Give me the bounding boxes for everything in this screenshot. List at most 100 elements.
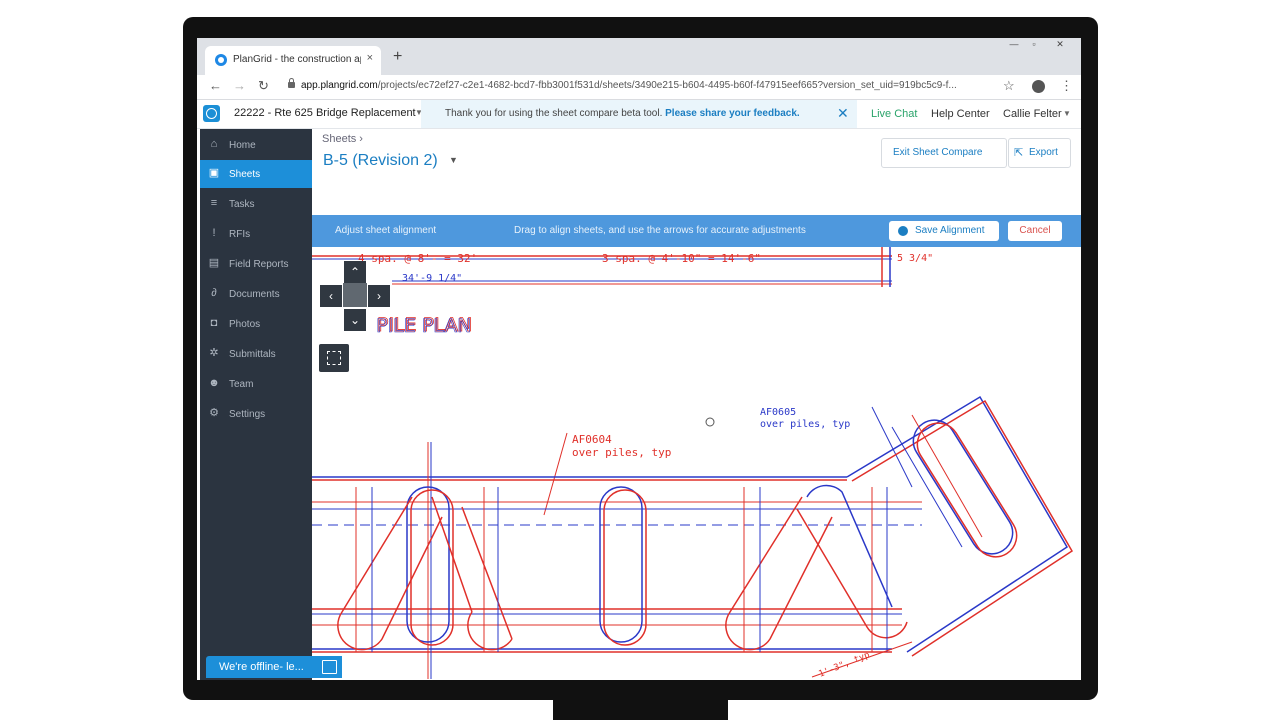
window-close-icon[interactable]: ✕ [1051,38,1069,50]
nudge-pad-center [343,283,367,307]
banner-text: Thank you for using the sheet compare be… [445,108,663,119]
forward-icon[interactable]: → [233,78,246,93]
submittals-icon: ✲ [209,347,219,359]
app-header: 22222 - Rte 625 Bridge Replacement ▼ Tha… [197,100,1081,129]
alignment-hint: Drag to align sheets, and use the arrows… [514,225,806,236]
sidebar: ⌂ Home ▣ Sheets ≡ Tasks ! RFIs ▤ Field R… [200,129,312,680]
breadcrumb[interactable]: Sheets › [322,133,363,145]
drawing-overlay[interactable]: 4 spa. @ 8'- = 32' 3 spa. @ 4'-10" = 14'… [312,247,1081,680]
bookmark-star-icon[interactable]: ☆ [1003,78,1015,94]
live-chat-link[interactable]: Live Chat [871,108,917,120]
maximize-icon[interactable]: ▫ [1025,38,1043,50]
sidebar-item-label: Home [229,140,256,151]
pile-outline [912,419,1014,555]
sidebar-item-label: Photos [229,319,261,330]
note-text: over piles, typ [572,446,671,459]
browser-tab[interactable]: PlanGrid - the construction app × [205,46,381,75]
dimension-text: 34'-9 1/4" [402,273,462,284]
sheet-chevron-down-icon[interactable]: ▼ [449,155,458,165]
sidebar-item-label: RFIs [229,229,251,240]
note-code: AF0605 [760,407,796,418]
sidebar-item-settings[interactable]: ⚙ Settings [200,400,312,428]
dimension-text: 4 spa. @ 8'- = 32' [358,252,477,265]
camera-icon: ◘ [210,317,218,329]
fit-to-screen-icon[interactable] [319,344,349,372]
cancel-button[interactable]: Cancel [1008,221,1062,241]
nudge-left-icon[interactable]: ‹ [320,285,342,307]
sidebar-item-label: Team [229,379,254,390]
dimension-text: 5 3/4" [897,253,933,264]
chat-window-icon[interactable] [322,660,337,674]
beta-feedback-banner: Thank you for using the sheet compare be… [421,100,857,128]
user-menu[interactable]: Callie Felter [1003,108,1062,120]
pile-outline [916,422,1018,558]
battered-pile [337,496,443,651]
note-code: AF0604 [572,433,612,446]
export-button[interactable]: ⇱ Export [1008,138,1071,168]
nudge-right-icon[interactable]: › [368,285,390,307]
url-host: app.plangrid.com [301,80,378,91]
sidebar-item-label: Settings [229,409,266,420]
screen: PlanGrid - the construction app × + — ▫ … [197,38,1081,680]
user-chevron-icon[interactable]: ▼ [1063,109,1071,118]
profile-icon[interactable] [1032,80,1045,93]
plangrid-logo-icon[interactable] [203,105,220,122]
wing-footing [851,399,1074,657]
new-tab-button[interactable]: + [393,48,402,66]
exit-sheet-compare-button[interactable]: Exit Sheet Compare [881,138,1007,168]
sidebar-item-documents[interactable]: ∂ Documents [200,280,312,308]
help-center-link[interactable]: Help Center [931,108,990,120]
dimension-text: 3 spa. @ 4'-10" = 14'-6" [602,252,761,265]
browser-tabstrip: PlanGrid - the construction app × + — ▫ … [197,38,1081,75]
team-icon: ☻ [208,377,220,389]
main-content: Sheets › B-5 (Revision 2) ▼ Exit Sheet C… [312,129,1081,680]
project-selector[interactable]: 22222 - Rte 625 Bridge Replacement [234,107,416,119]
note-text: over piles, typ [760,419,850,430]
pile-outline [599,486,643,643]
sidebar-item-photos[interactable]: ◘ Photos [200,310,312,338]
alignment-toolbar: Adjust sheet alignment Drag to align she… [312,215,1081,247]
sidebar-item-label: Documents [229,289,280,300]
rfi-icon: ! [212,227,216,239]
reload-icon[interactable]: ↻ [258,78,269,94]
offline-notice[interactable]: We're offline- le... [206,656,342,678]
field-reports-icon: ▤ [208,257,220,269]
cancel-label: Cancel [1019,225,1051,236]
tasks-icon: ≡ [210,197,218,209]
browser-menu-icon[interactable]: ⋮ [1060,78,1073,94]
sidebar-item-rfis[interactable]: ! RFIs [200,220,312,248]
sidebar-item-label: Sheets [229,169,261,180]
tab-title: PlanGrid - the construction app [233,54,361,65]
sheet-title[interactable]: B-5 (Revision 2) [323,152,438,170]
sidebar-item-label: Tasks [229,199,255,210]
browser-toolbar: ← → ↻ app.plangrid.com/projects/ec72ef27… [197,75,1081,100]
alignment-title: Adjust sheet alignment [335,225,437,236]
pile-plan-title-shadow: PILE PLAN [376,315,471,337]
plangrid-favicon-icon [215,54,227,66]
sidebar-item-team[interactable]: ☻ Team [200,370,312,398]
sidebar-item-field-reports[interactable]: ▤ Field Reports [200,250,312,278]
pile-outline [603,489,647,646]
save-alignment-button[interactable]: Save Alignment [889,221,999,241]
nudge-down-icon[interactable]: ⌄ [344,309,366,331]
sheet-canvas[interactable]: 4 spa. @ 8'- = 32' 3 spa. @ 4'-10" = 14'… [312,247,1081,680]
battered-pile [725,496,833,651]
sidebar-item-home[interactable]: ⌂ Home [200,131,312,159]
lock-icon [288,78,295,88]
sidebar-item-label: Submittals [229,349,276,360]
tab-close-icon[interactable]: × [367,52,373,64]
check-circle-icon [898,226,908,236]
minimize-icon[interactable]: — [1005,38,1023,50]
sidebar-item-tasks[interactable]: ≡ Tasks [200,190,312,218]
feedback-link[interactable]: Please share your feedback. [665,108,800,119]
sidebar-item-sheets[interactable]: ▣ Sheets [200,160,312,188]
back-icon[interactable]: ← [209,78,222,93]
sidebar-item-submittals[interactable]: ✲ Submittals [200,340,312,368]
export-label: Export [1029,147,1058,158]
url-bar[interactable]: app.plangrid.com/projects/ec72ef27-c2e1-… [301,80,991,91]
save-alignment-label: Save Alignment [915,225,985,236]
cursor-icon [705,417,715,427]
banner-close-icon[interactable]: ✕ [837,105,849,122]
nudge-up-icon[interactable]: ⌃ [344,261,366,283]
dimension-text: 1'-3", typ [817,650,871,680]
